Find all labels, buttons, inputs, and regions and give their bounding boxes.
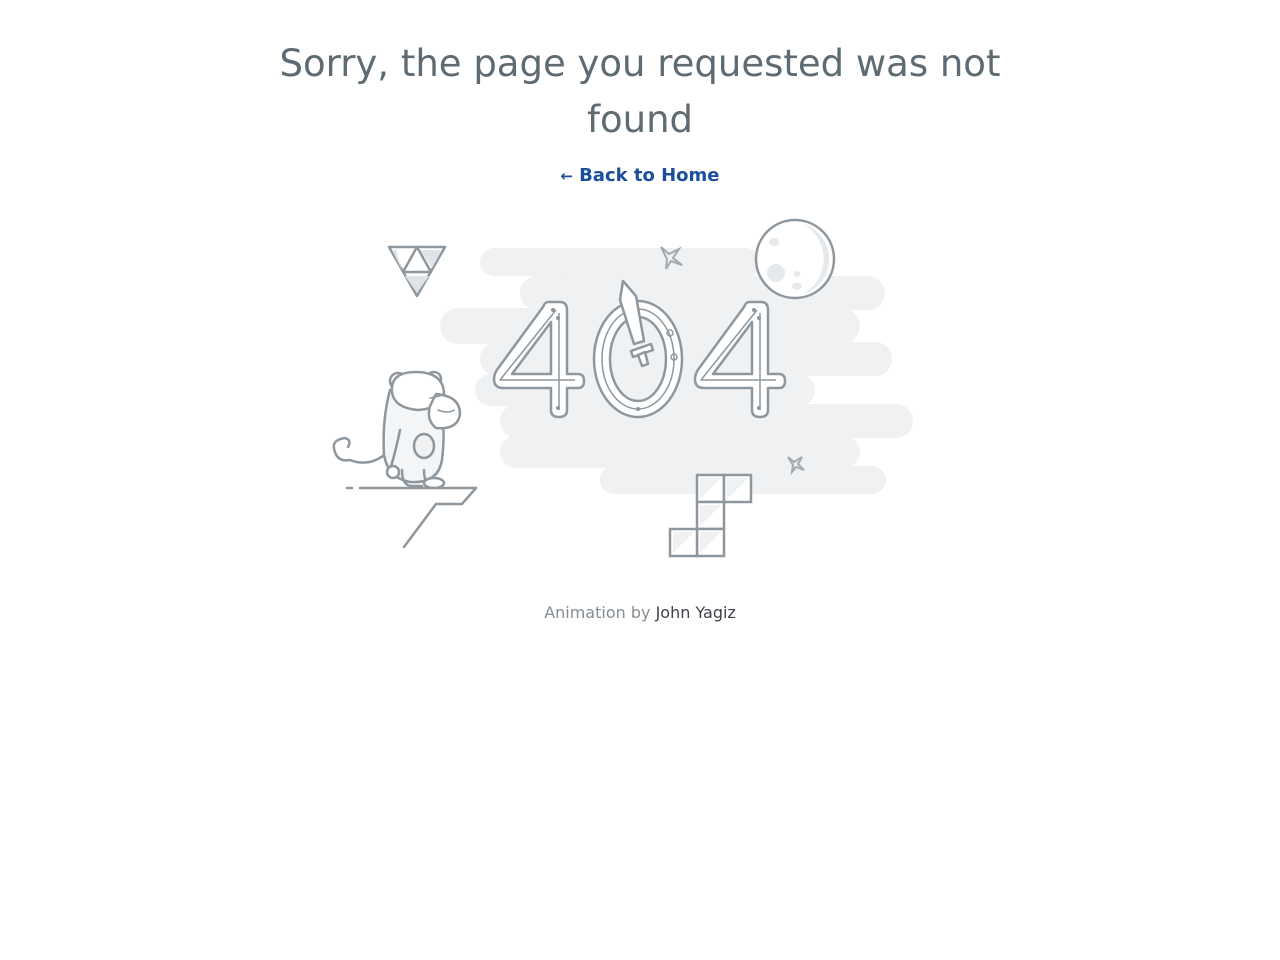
sword-icon [618, 279, 655, 368]
sparkle-icon [787, 456, 805, 476]
digit-zero [592, 299, 684, 419]
cloud-background [440, 248, 913, 494]
moon-icon [754, 218, 836, 300]
animation-credit: Animation by John Yagiz [440, 602, 840, 624]
triforce-icon [387, 245, 447, 298]
sparkle-icon [660, 246, 683, 270]
back-to-home-label: Back to Home [579, 165, 720, 186]
page-title: Sorry, the page you requested was not fo… [279, 42, 1001, 141]
cliff-ledge [345, 486, 478, 549]
credit-prefix: Animation by [544, 603, 651, 622]
not-found-page: Sorry, the page you requested was not fo… [0, 0, 1280, 960]
tetris-block-icon [668, 473, 753, 558]
arrow-left-icon: ← [560, 167, 574, 185]
monkey-illustration [332, 370, 462, 490]
digit-four-right [693, 300, 787, 419]
digit-four-left [492, 300, 586, 419]
credit-author-link[interactable]: John Yagiz [656, 603, 736, 622]
back-to-home-link[interactable]: ← Back to Home [540, 164, 740, 188]
